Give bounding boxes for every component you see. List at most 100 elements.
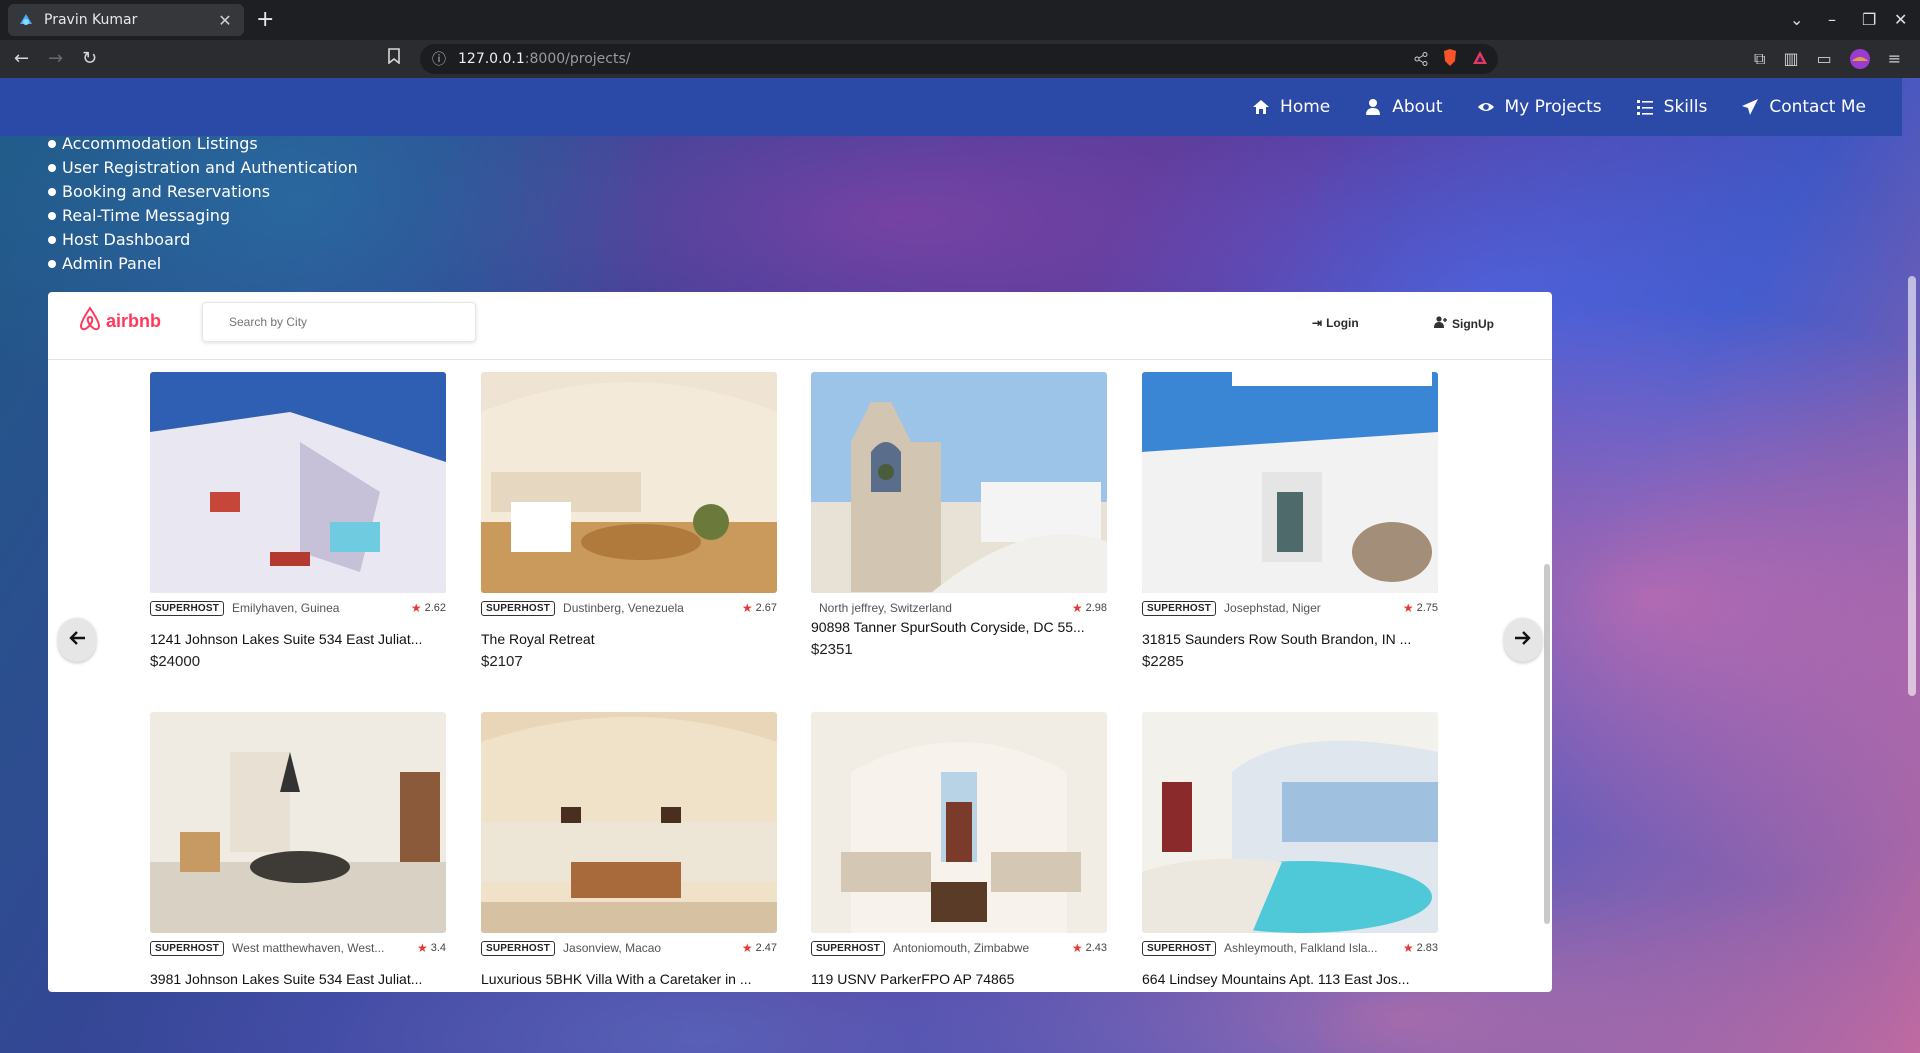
- airbnb-logo[interactable]: airbnb: [78, 306, 161, 337]
- browser-toolbar: ← → ↻ ⓘ 127.0.0.1:8000/projects/ ⧉ ▥ ▭ ≡: [0, 40, 1920, 78]
- star-icon: ★: [741, 941, 753, 955]
- listing-photo[interactable]: [150, 712, 446, 933]
- listing-rating: ★ 3.4: [416, 941, 446, 955]
- listing-rating: ★ 2.83: [1402, 941, 1438, 955]
- login-button[interactable]: ⇥ Login: [1312, 316, 1359, 330]
- city-search-input[interactable]: [202, 302, 476, 342]
- listing-title[interactable]: 31815 Saunders Row South Brandon, IN ...: [1142, 631, 1438, 647]
- user-plus-icon: [1434, 316, 1448, 331]
- listing-title[interactable]: 119 USNV ParkerFPO AP 74865: [811, 971, 1107, 987]
- listing-price: $2285: [1142, 653, 1184, 670]
- superhost-badge: SUPERHOST: [1142, 940, 1217, 956]
- minimize-icon[interactable]: –: [1828, 8, 1836, 32]
- feature-item: Admin Panel: [48, 252, 358, 276]
- listing-card[interactable]: SUPERHOST Ashleymouth, Falkland Isla... …: [1142, 712, 1438, 987]
- listing-photo[interactable]: [1142, 372, 1438, 593]
- bookmark-icon[interactable]: [388, 48, 400, 70]
- listing-rating: ★ 2.62: [410, 601, 446, 615]
- nav-contact-me[interactable]: Contact Me: [1741, 97, 1866, 117]
- prev-arrow-button[interactable]: [58, 618, 96, 662]
- eye-icon: [1477, 98, 1495, 116]
- listing-price: $2351: [811, 641, 853, 658]
- star-icon: ★: [416, 941, 428, 955]
- listing-photo[interactable]: [811, 712, 1107, 933]
- listing-card[interactable]: SUPERHOST Josephstad, Niger ★ 2.75 31815 …: [1142, 372, 1438, 670]
- listing-photo[interactable]: [1142, 712, 1438, 933]
- superhost-badge: SUPERHOST: [481, 940, 556, 956]
- profile-avatar[interactable]: [1849, 49, 1870, 73]
- nav-home[interactable]: Home: [1252, 97, 1330, 117]
- tab-list-icon[interactable]: ⌄: [1790, 8, 1803, 32]
- listing-title[interactable]: Luxurious 5BHK Villa With a Caretaker in…: [481, 971, 777, 987]
- arrow-right-icon: [1514, 630, 1532, 650]
- listing-price: $2107: [481, 653, 523, 670]
- nav-skills[interactable]: Skills: [1636, 97, 1707, 117]
- listing-title[interactable]: 1241 Johnson Lakes Suite 534 East Juliat…: [150, 631, 446, 647]
- feature-item: Booking and Reservations: [48, 180, 358, 204]
- forward-icon[interactable]: →: [48, 48, 63, 70]
- page-viewport: Accommodation Listings User Registration…: [0, 78, 1920, 1053]
- tab-title: Pravin Kumar: [44, 12, 138, 28]
- listing-location: Josephstad, Niger: [1224, 601, 1321, 615]
- listing-card[interactable]: SUPERHOST Antoniomouth, Zimbabwe ★ 2.43 1…: [811, 712, 1107, 987]
- listing-card[interactable]: North jeffrey, Switzerland ★ 2.98 90898 T…: [811, 372, 1107, 658]
- brave-shield-icon[interactable]: [1442, 49, 1458, 71]
- site-favicon-icon: [18, 12, 34, 28]
- arrow-left-icon: [68, 630, 86, 650]
- brave-rewards-icon[interactable]: [1472, 50, 1488, 70]
- listing-title[interactable]: 90898 Tanner SpurSouth Coryside, DC 55..…: [811, 619, 1107, 635]
- listing-photo[interactable]: [481, 372, 777, 593]
- listing-card[interactable]: SUPERHOST Dustinberg, Venezuela ★ 2.67 Th…: [481, 372, 777, 670]
- listing-title[interactable]: 3981 Johnson Lakes Suite 534 East Juliat…: [150, 971, 446, 987]
- menu-icon[interactable]: ≡: [1888, 49, 1901, 73]
- superhost-badge: SUPERHOST: [150, 940, 225, 956]
- sign-in-icon: ⇥: [1312, 316, 1323, 330]
- listing-title[interactable]: The Royal Retreat: [481, 631, 777, 647]
- nav-my-projects[interactable]: My Projects: [1477, 97, 1602, 117]
- nav-about[interactable]: About: [1364, 97, 1443, 117]
- close-window-icon[interactable]: ✕: [1894, 8, 1907, 32]
- sidebar-icon[interactable]: ▥: [1783, 49, 1798, 73]
- share-icon[interactable]: [1414, 51, 1428, 70]
- close-tab-icon[interactable]: ✕: [216, 11, 234, 30]
- site-navbar: Home About My Projects Skills Contact Me: [0, 78, 1902, 136]
- listing-card[interactable]: SUPERHOST Emilyhaven, Guinea ★ 2.62 1241 …: [150, 372, 446, 670]
- site-info-icon[interactable]: ⓘ: [432, 49, 446, 69]
- listing-title[interactable]: 664 Lindsey Mountains Apt. 113 East Jos.…: [1142, 971, 1438, 987]
- airbnb-project-preview: airbnb ⇥ Login SignUp: [48, 292, 1552, 992]
- listing-rating: ★ 2.67: [741, 601, 777, 615]
- user-icon: [1364, 98, 1382, 116]
- listing-rating: ★ 2.98: [1071, 601, 1107, 615]
- listing-card[interactable]: SUPERHOST West matthewhaven, West... ★ 3.…: [150, 712, 446, 987]
- address-bar[interactable]: ⓘ 127.0.0.1:8000/projects/: [420, 44, 1498, 74]
- listing-card[interactable]: SUPERHOST Jasonview, Macao ★ 2.47 Luxurio…: [481, 712, 777, 987]
- star-icon: ★: [410, 601, 422, 615]
- page-scrollbar[interactable]: [1902, 136, 1920, 1053]
- extensions-icon[interactable]: ⧉: [1754, 49, 1765, 73]
- signup-button[interactable]: SignUp: [1434, 316, 1494, 331]
- star-icon: ★: [1402, 941, 1414, 955]
- new-tab-icon[interactable]: +: [256, 8, 274, 32]
- superhost-badge: SUPERHOST: [811, 940, 886, 956]
- listing-price: $24000: [150, 653, 201, 670]
- listing-photo[interactable]: [811, 372, 1107, 593]
- wallet-icon[interactable]: ▭: [1817, 49, 1832, 73]
- airbnb-scrollbar[interactable]: [1544, 364, 1550, 992]
- next-arrow-button[interactable]: [1504, 618, 1542, 662]
- paper-plane-icon: [1741, 98, 1759, 116]
- listing-photo[interactable]: [481, 712, 777, 933]
- star-icon: ★: [741, 601, 753, 615]
- reload-icon[interactable]: ↻: [82, 48, 97, 70]
- airbnb-logo-icon: [78, 306, 102, 337]
- back-icon[interactable]: ←: [14, 48, 29, 70]
- feature-list: Accommodation Listings User Registration…: [48, 132, 358, 276]
- feature-item: Host Dashboard: [48, 228, 358, 252]
- listing-location: Dustinberg, Venezuela: [563, 601, 684, 615]
- browser-tab[interactable]: Pravin Kumar ✕: [8, 4, 244, 36]
- star-icon: ★: [1402, 601, 1414, 615]
- feature-item: User Registration and Authentication: [48, 156, 358, 180]
- maximize-icon[interactable]: ❐: [1862, 8, 1876, 32]
- listing-location: Ashleymouth, Falkland Isla...: [1224, 941, 1378, 955]
- browser-tab-bar: Pravin Kumar ✕ + ⌄ – ❐ ✕: [0, 0, 1920, 40]
- listing-photo[interactable]: [150, 372, 446, 593]
